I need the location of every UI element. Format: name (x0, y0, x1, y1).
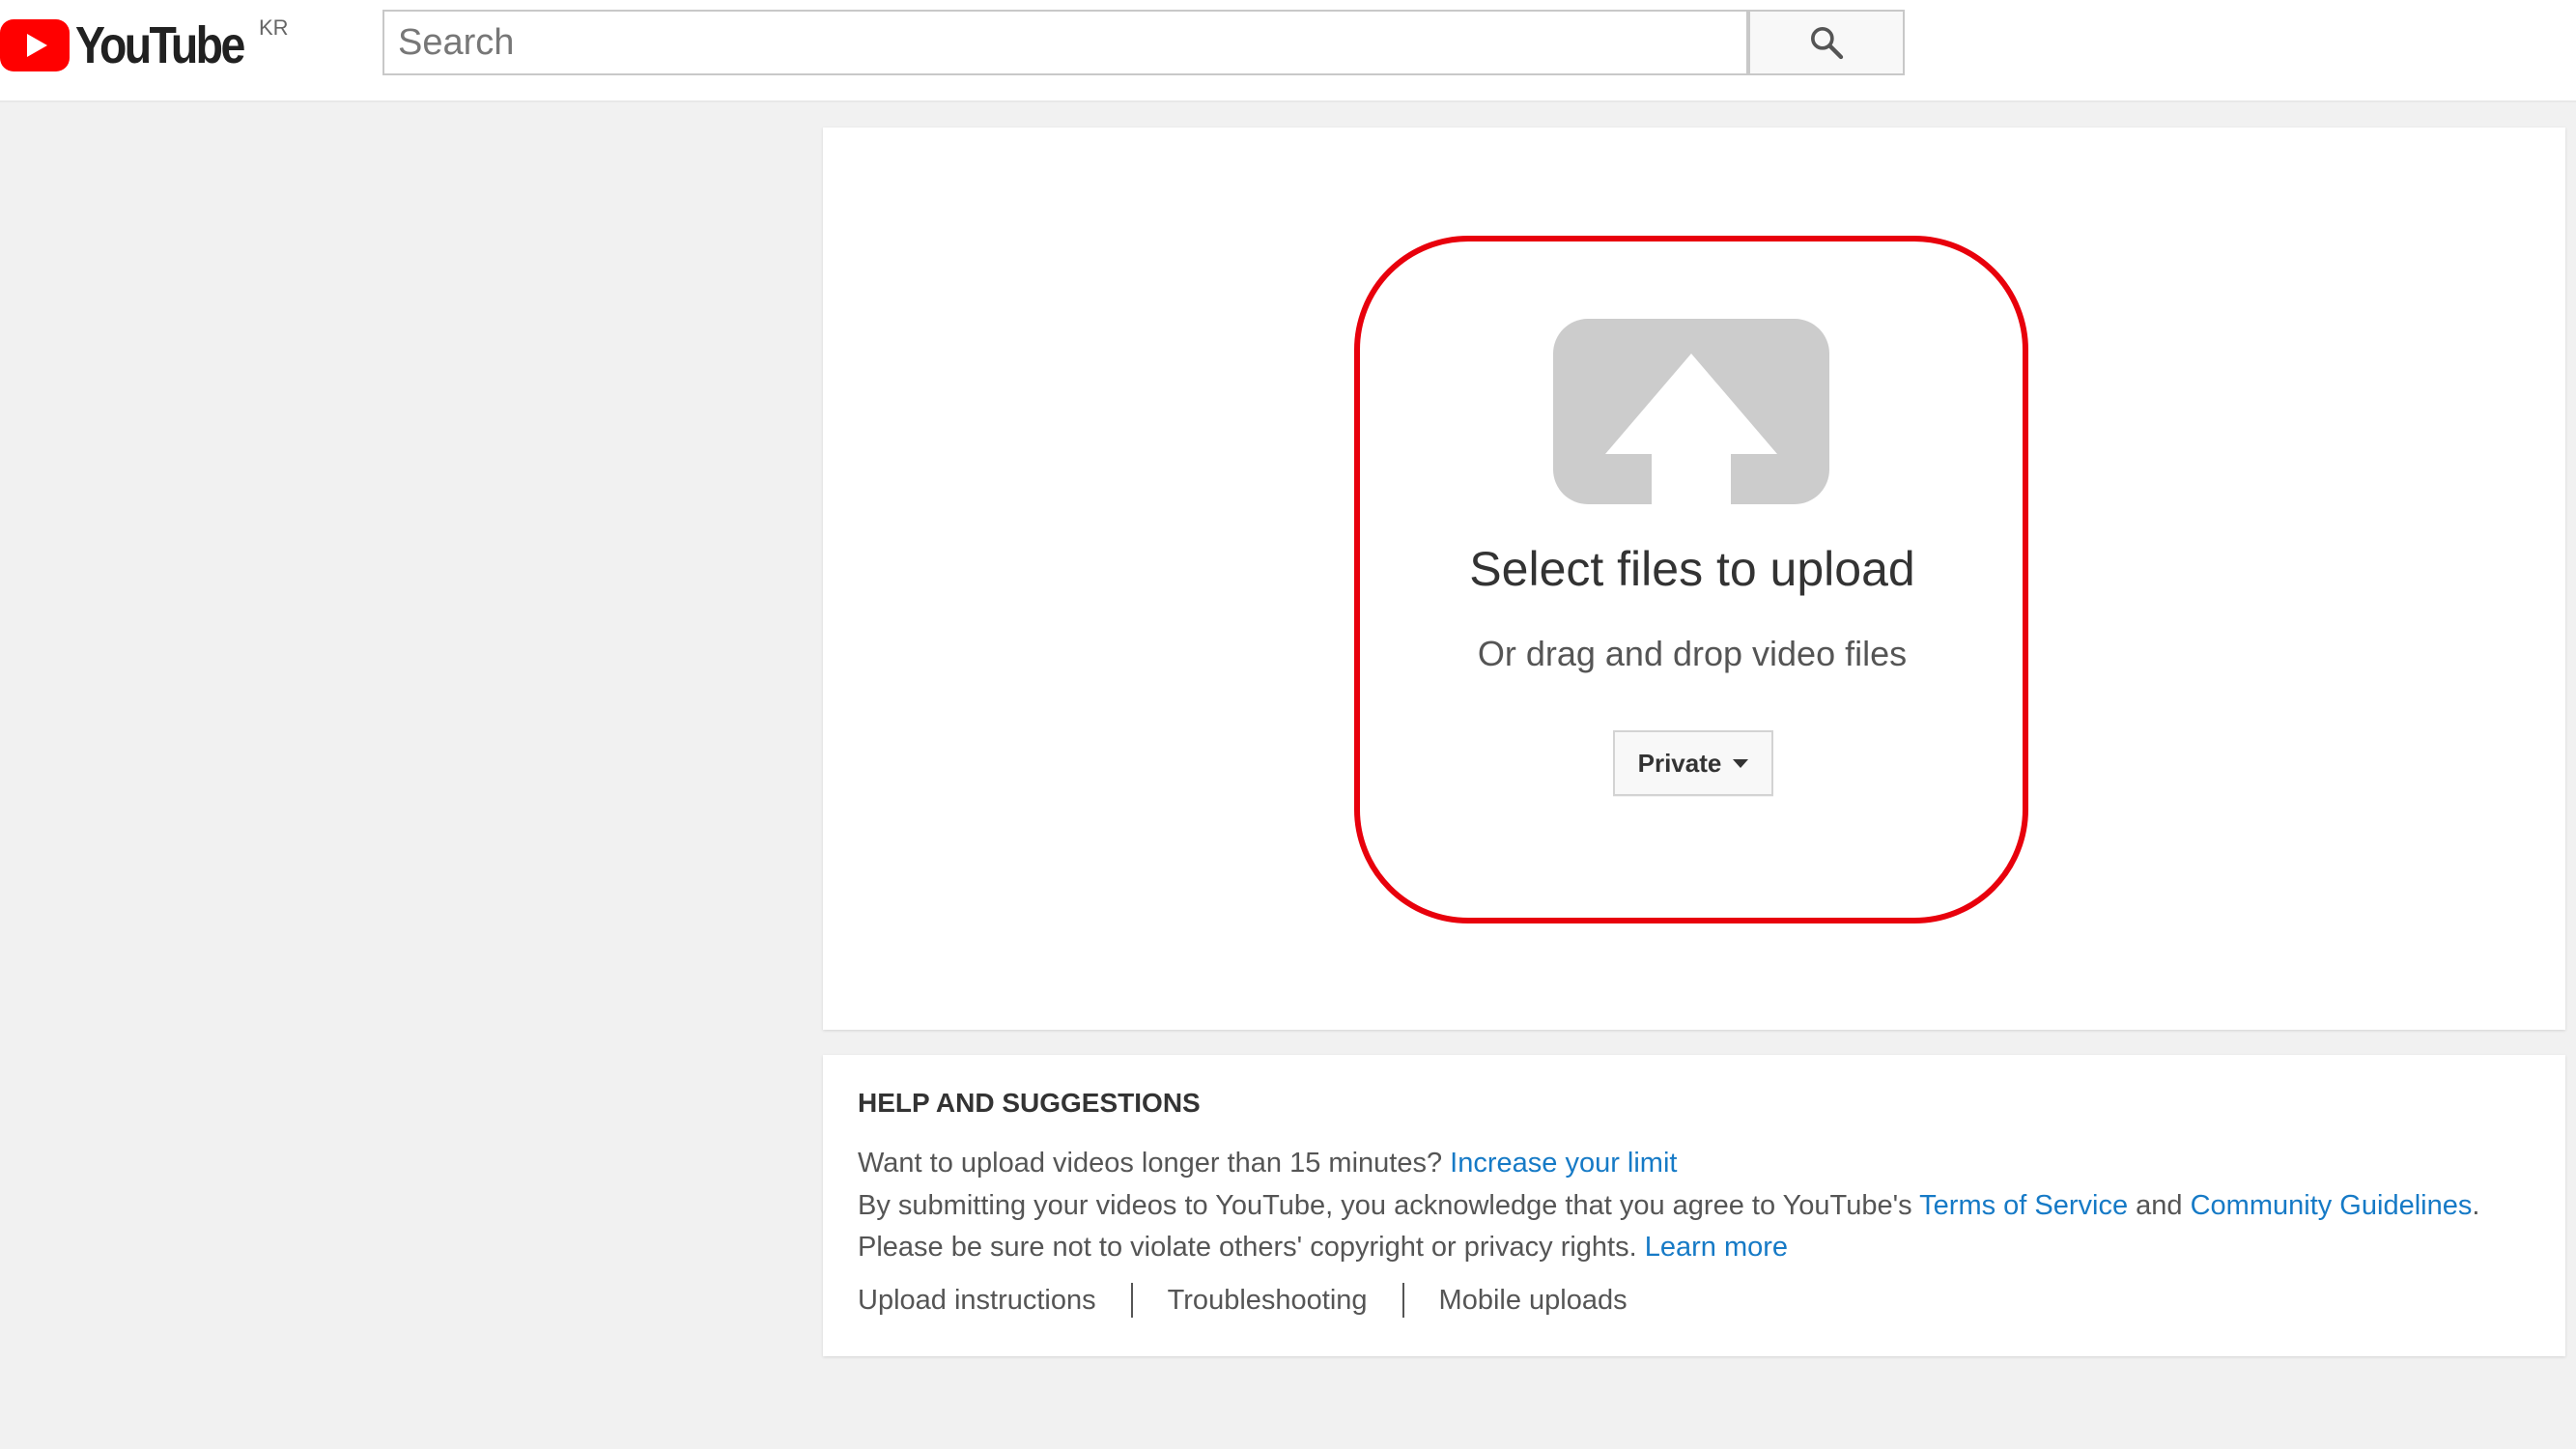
help-line-copyright-text: Please be sure not to violate others' co… (858, 1232, 1645, 1263)
search-input[interactable] (382, 10, 1748, 75)
upload-arrow-icon[interactable] (1553, 319, 1829, 504)
community-guidelines-link[interactable]: Community Guidelines (2191, 1190, 2473, 1221)
privacy-value: Private (1637, 748, 1722, 778)
help-line-terms: By submitting your videos to YouTube, yo… (858, 1190, 2479, 1222)
search-button[interactable] (1748, 10, 1905, 75)
region-code: KR (258, 15, 289, 40)
link-divider (1401, 1283, 1404, 1318)
upload-instructions-link[interactable]: Upload instructions (858, 1285, 1096, 1317)
help-heading: HELP AND SUGGESTIONS (858, 1088, 1201, 1118)
troubleshooting-link[interactable]: Troubleshooting (1168, 1285, 1368, 1317)
help-line-terms-end: . (2472, 1190, 2480, 1221)
youtube-play-icon (0, 19, 70, 71)
help-line-limit-text: Want to upload videos longer than 15 min… (858, 1148, 1451, 1179)
help-line-terms-text: By submitting your videos to YouTube, yo… (858, 1190, 1920, 1221)
help-line-terms-and: and (2128, 1190, 2191, 1221)
search-icon (1811, 27, 1844, 60)
terms-of-service-link[interactable]: Terms of Service (1919, 1190, 2128, 1221)
caret-down-icon (1733, 758, 1749, 768)
upload-title[interactable]: Select files to upload (1352, 541, 2032, 597)
privacy-dropdown[interactable]: Private (1613, 730, 1773, 796)
top-bar: YouTube KR (0, 0, 2576, 102)
logo-wordmark: YouTube (75, 16, 245, 74)
help-line-limit: Want to upload videos longer than 15 min… (858, 1148, 1677, 1179)
increase-limit-link[interactable]: Increase your limit (1450, 1148, 1677, 1179)
upload-subtitle: Or drag and drop video files (1477, 634, 1908, 673)
link-divider (1130, 1283, 1133, 1318)
help-footer-links: Upload instructions Troubleshooting Mobi… (858, 1283, 1628, 1318)
youtube-logo[interactable]: YouTube KR (0, 14, 289, 81)
help-line-copyright: Please be sure not to violate others' co… (858, 1232, 1788, 1264)
learn-more-link[interactable]: Learn more (1645, 1232, 1788, 1263)
mobile-uploads-link[interactable]: Mobile uploads (1439, 1285, 1628, 1317)
